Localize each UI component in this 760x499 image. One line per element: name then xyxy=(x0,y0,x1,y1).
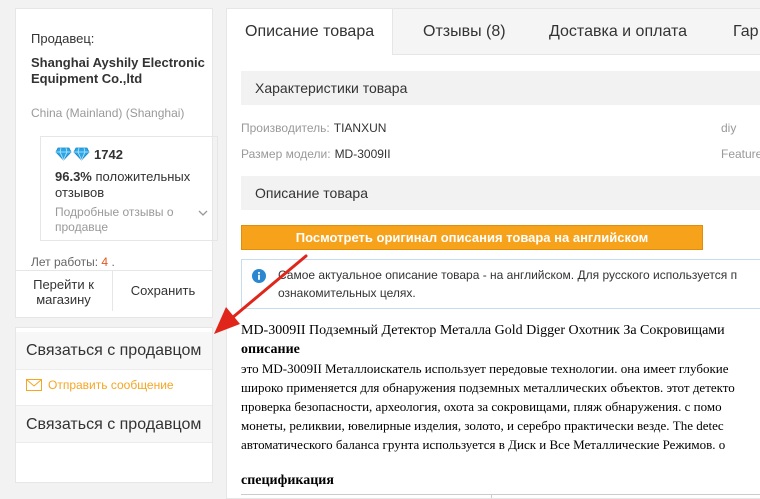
view-original-description-button[interactable]: Посмотреть оригинал описания товара на а… xyxy=(241,225,703,250)
tab-guarantee[interactable]: Гар xyxy=(733,9,759,55)
description-line: проверка безопасности, археология, охота… xyxy=(241,399,722,414)
spec-value: MD-3009II xyxy=(334,147,391,161)
specification-heading: спецификация xyxy=(241,473,334,488)
spec-row-model: Размер модели: MD-3009II xyxy=(241,147,391,161)
contact-seller-button[interactable]: Связаться с продавцом xyxy=(16,405,212,443)
years-in-business: Лет работы: 4 . xyxy=(31,255,115,269)
seller-label: Продавец: xyxy=(31,31,95,46)
spec-label: Размер модели: xyxy=(241,147,331,161)
positive-percent: 96.3% xyxy=(55,169,92,184)
diamond-icon xyxy=(55,147,72,161)
spec-label: Производитель: xyxy=(241,121,330,135)
contact-card: Связаться с продавцом Отправить сообщени… xyxy=(15,327,213,483)
save-store-button[interactable]: Сохранить xyxy=(113,271,213,311)
description-header: Описание товара xyxy=(241,176,760,210)
translation-notice: Самое актуальное описание товара - на ан… xyxy=(241,259,760,309)
spec-right-label: diy xyxy=(721,121,737,135)
contact-seller-heading: Связаться с продавцом xyxy=(16,332,212,370)
mail-icon xyxy=(26,379,42,391)
diamond-badges xyxy=(55,147,90,161)
notice-text: Самое актуальное описание товара - на ан… xyxy=(278,266,760,302)
rating-box: 1742 96.3% положительных отзывов Подробн… xyxy=(40,136,218,241)
seller-location: China (Mainland) (Shanghai) xyxy=(31,106,185,120)
spec-value: TIANXUN xyxy=(333,121,387,135)
notice-line: Самое актуальное описание товара - на ан… xyxy=(278,268,738,282)
send-message-label[interactable]: Отправить сообщение xyxy=(48,378,174,392)
tab-reviews[interactable]: Отзывы (8) xyxy=(423,9,506,55)
seller-name[interactable]: Shanghai Ayshily Electronic Equipment Co… xyxy=(31,55,206,87)
tab-shipping[interactable]: Доставка и оплата xyxy=(549,9,687,55)
description-subheading: описание xyxy=(241,342,300,357)
spec-table-divider xyxy=(491,495,492,498)
send-message-link[interactable]: Отправить сообщение xyxy=(26,378,174,392)
seller-actions: Перейти к магазину Сохранить xyxy=(15,270,213,311)
tab-bar: Описание товара Отзывы (8) Доставка и оп… xyxy=(227,9,760,55)
info-icon xyxy=(252,269,266,283)
feedback-score[interactable]: 1742 xyxy=(94,147,123,162)
go-to-store-button[interactable]: Перейти к магазину xyxy=(15,271,113,311)
years-label: Лет работы: xyxy=(31,255,99,269)
characteristics-header: Характеристики товара xyxy=(241,71,760,105)
description-line: монеты, реликвии, ювелирные изделия, зол… xyxy=(241,418,724,433)
diamond-icon xyxy=(73,147,90,161)
positive-feedback: 96.3% положительных отзывов xyxy=(55,169,215,201)
chevron-down-icon[interactable] xyxy=(198,209,208,217)
description-headline: MD-3009II Подземный Детектор Металла Gol… xyxy=(241,323,725,338)
notice-line: ознакомительных целях. xyxy=(278,286,416,300)
tab-description[interactable]: Описание товара xyxy=(227,9,394,55)
years-value: 4 xyxy=(101,255,109,269)
description-body: MD-3009II Подземный Детектор Металла Gol… xyxy=(241,321,760,454)
spec-row-manufacturer: Производитель: TIANXUN xyxy=(241,121,386,135)
description-line: это MD-3009II Металлоискатель использует… xyxy=(241,361,729,376)
spec-table xyxy=(241,494,760,498)
description-line: автоматического баланса грунта используе… xyxy=(241,437,726,452)
detailed-feedback-link[interactable]: Подробные отзывы о продавце xyxy=(55,205,195,235)
years-suffix: . xyxy=(111,255,115,269)
product-details-panel: Описание товара Отзывы (8) Доставка и оп… xyxy=(226,8,760,499)
description-line: широко применяется для обнаружения подзе… xyxy=(241,380,735,395)
spec-right-label: Feature xyxy=(721,147,760,161)
